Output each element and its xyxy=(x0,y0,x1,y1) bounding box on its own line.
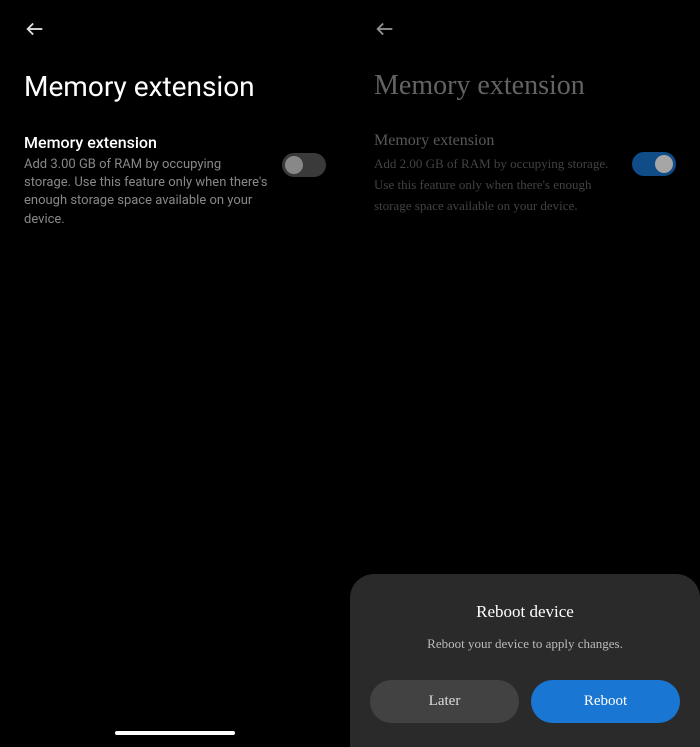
back-button[interactable] xyxy=(374,18,676,46)
arrow-left-icon xyxy=(374,18,396,40)
page-title: Memory extension xyxy=(374,70,676,102)
memory-extension-setting[interactable]: Memory extension Add 2.00 GB of RAM by o… xyxy=(374,132,676,216)
dialog-buttons: Later Reboot xyxy=(370,680,680,723)
toggle-knob xyxy=(655,155,673,173)
later-button[interactable]: Later xyxy=(370,680,519,723)
nav-handle[interactable] xyxy=(115,731,235,735)
memory-extension-toggle[interactable] xyxy=(282,153,326,177)
dialog-message: Reboot your device to apply changes. xyxy=(370,636,680,652)
reboot-button[interactable]: Reboot xyxy=(531,680,680,723)
back-button[interactable] xyxy=(24,18,326,46)
setting-title: Memory extension xyxy=(24,133,270,152)
memory-extension-toggle[interactable] xyxy=(632,152,676,176)
reboot-dialog: Reboot device Reboot your device to appl… xyxy=(350,574,700,747)
setting-text: Memory extension Add 2.00 GB of RAM by o… xyxy=(374,132,620,216)
setting-description: Add 2.00 GB of RAM by occupying storage.… xyxy=(374,154,620,216)
page-title: Memory extension xyxy=(24,70,326,103)
dialog-title: Reboot device xyxy=(370,602,680,622)
screen-left: Memory extension Memory extension Add 3.… xyxy=(0,0,350,747)
setting-title: Memory extension xyxy=(374,132,620,150)
memory-extension-setting[interactable]: Memory extension Add 3.00 GB of RAM by o… xyxy=(24,133,326,229)
setting-text: Memory extension Add 3.00 GB of RAM by o… xyxy=(24,133,270,229)
toggle-knob xyxy=(285,156,303,174)
setting-description: Add 3.00 GB of RAM by occupying storage.… xyxy=(24,156,270,229)
arrow-left-icon xyxy=(24,18,46,40)
